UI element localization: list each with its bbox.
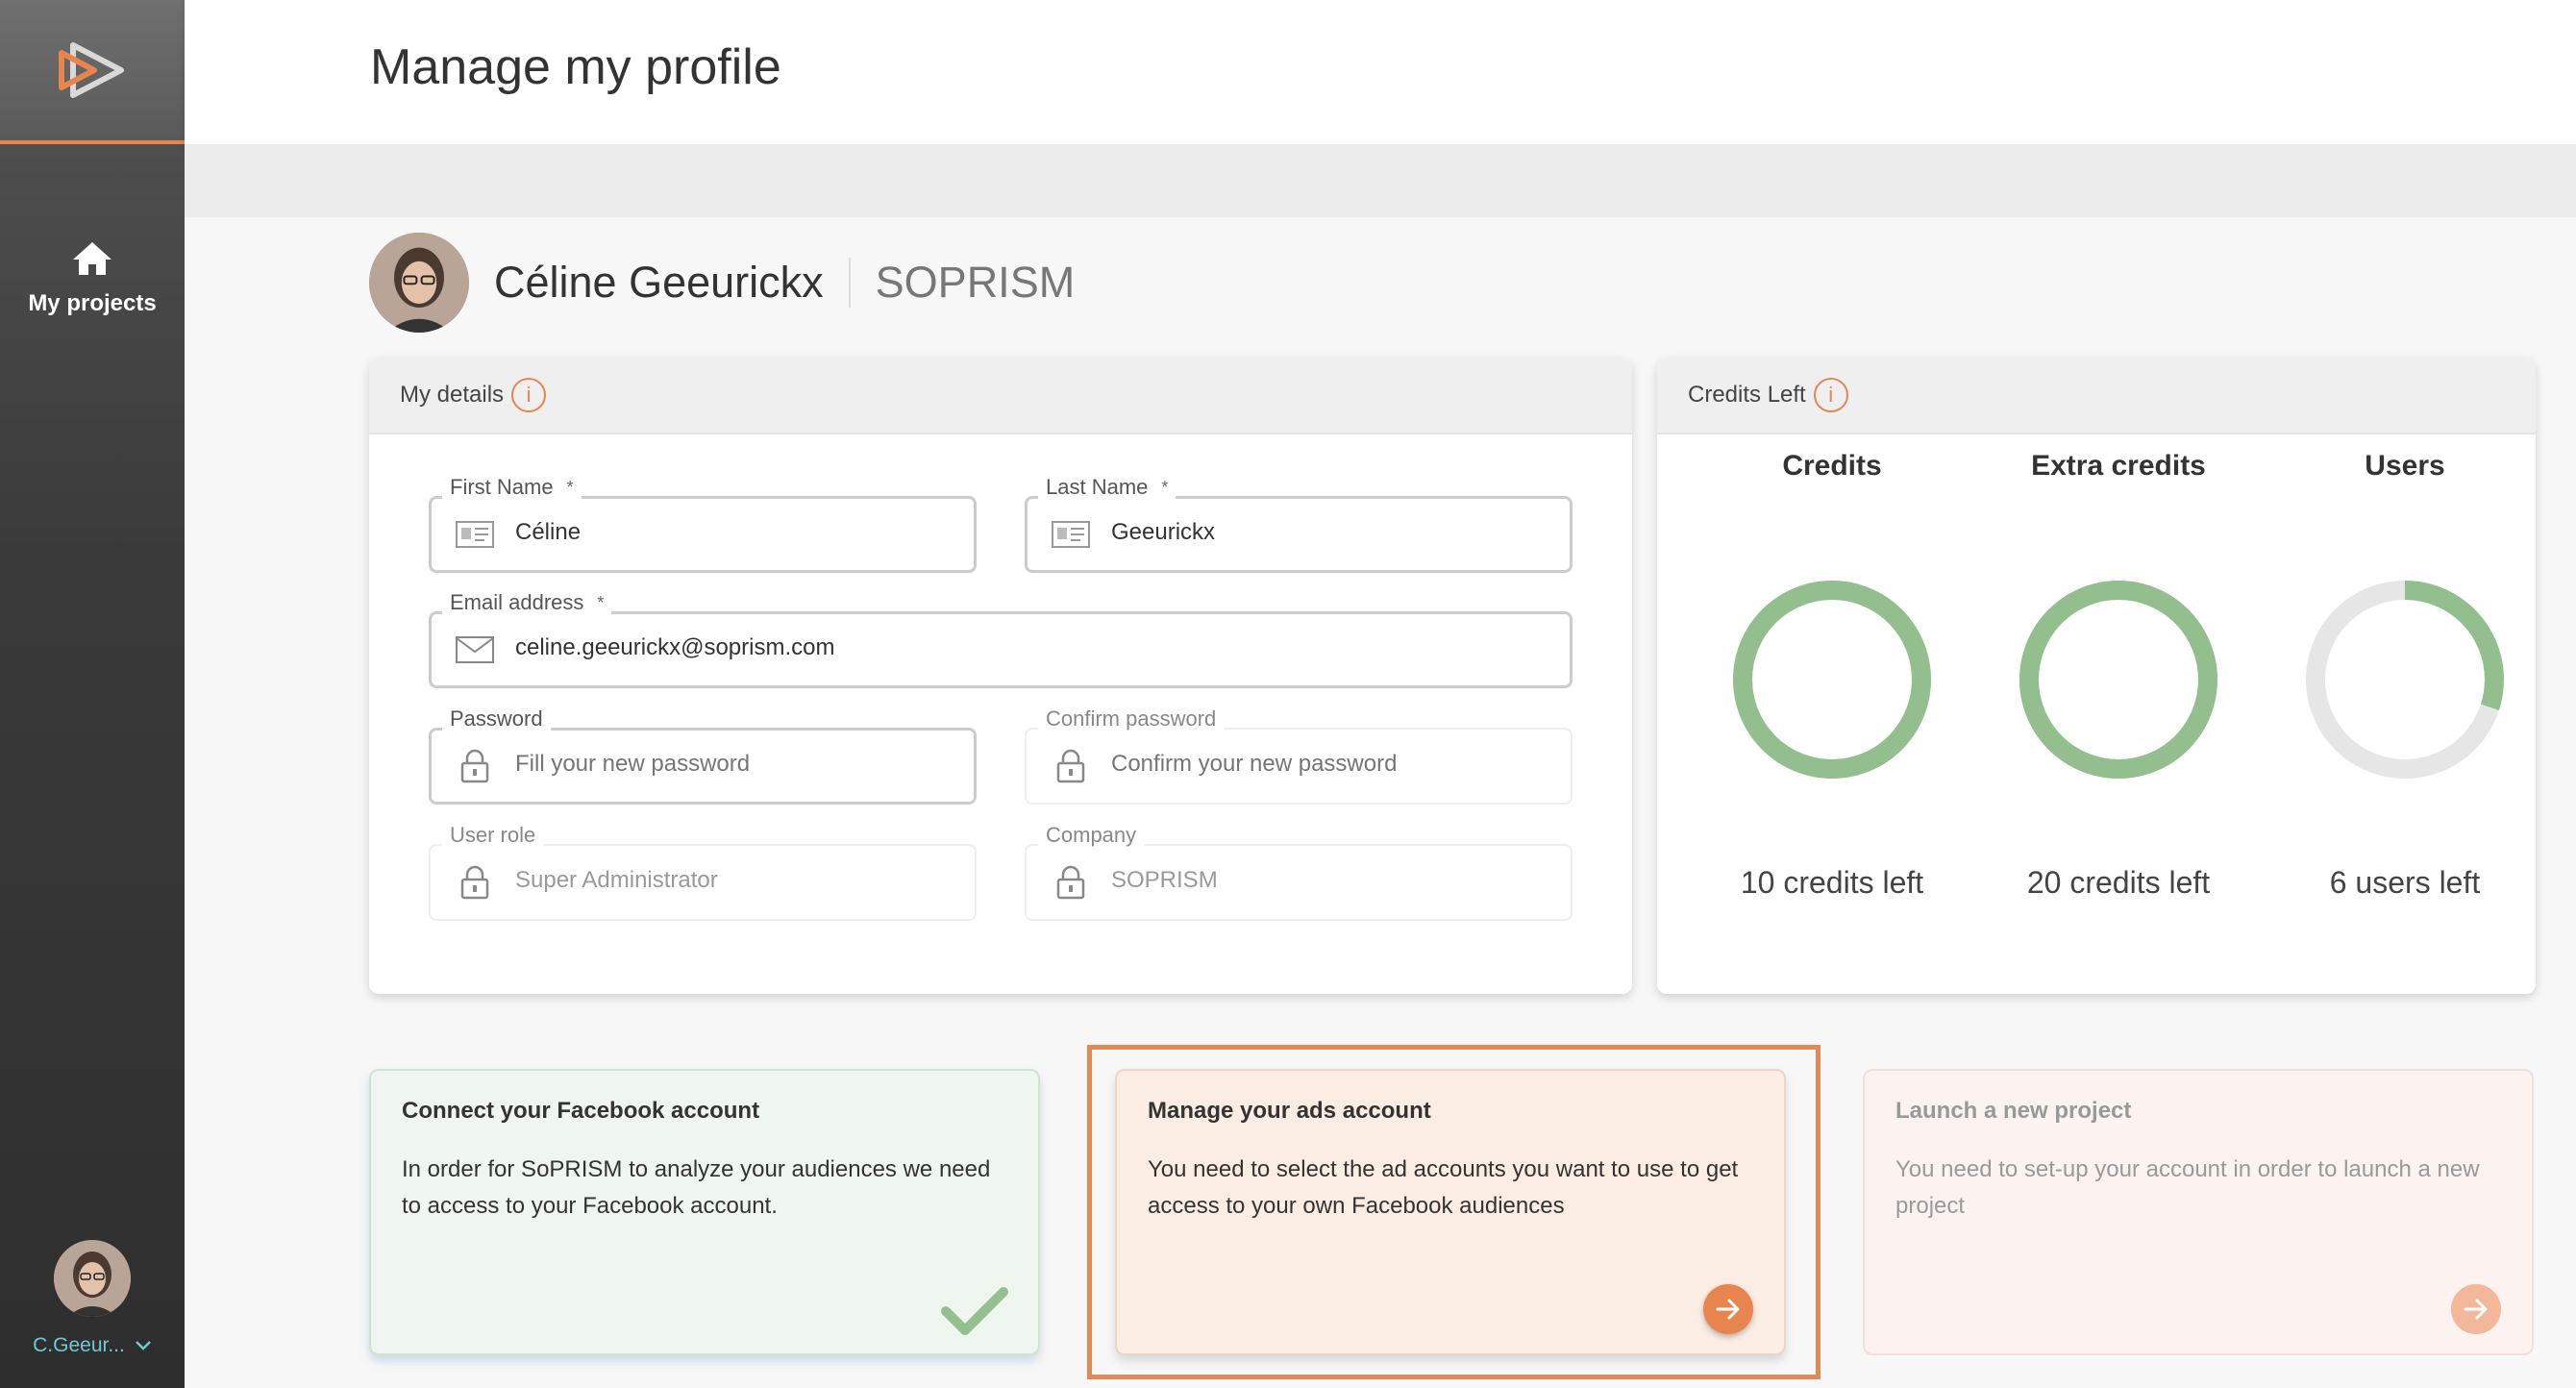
required-marker: * (1161, 477, 1169, 497)
extra-credits-donut-arc (2019, 581, 2217, 779)
credits-donut (1733, 581, 1931, 779)
required-marker: * (597, 592, 605, 612)
gauge-left-text: 20 credits left (2026, 865, 2211, 900)
id-card-icon (456, 517, 494, 552)
envelope-icon (456, 632, 494, 667)
credits-gauge: Credits 10 credits left (1688, 450, 1976, 901)
avatar (54, 1240, 131, 1317)
user-menu[interactable]: C.Geeur... (0, 1240, 185, 1357)
user-role-value: Super Administrator (515, 867, 718, 893)
field-label: Company (1038, 823, 1145, 848)
page-title: Manage my profile (370, 39, 781, 95)
gauge-title: Extra credits (2031, 450, 2206, 482)
company-value: SOPRISM (1111, 867, 1218, 893)
users-donut (2306, 581, 2504, 779)
credits-donut-arc (1733, 581, 1931, 779)
launch-project-arrow-button[interactable] (2451, 1284, 2501, 1334)
user-role-label: User role (450, 823, 536, 847)
manage-ads-arrow-button[interactable] (1703, 1284, 1753, 1334)
field-label: Password (442, 706, 551, 731)
top-header: Manage my profile (185, 0, 2576, 144)
avatar (369, 233, 469, 333)
app-logo[interactable] (0, 0, 185, 144)
password-input[interactable] (515, 751, 938, 778)
user-name: C.Geeur... (0, 1334, 185, 1357)
last-name-value: Geeurickx (1111, 519, 1216, 545)
info-icon[interactable]: i (511, 378, 547, 412)
field-label: Email address * (442, 590, 612, 615)
launch-project-card[interactable]: Launch a new project You need to set-up … (1863, 1069, 2534, 1355)
card-title: My details (400, 382, 505, 408)
home-icon (73, 242, 111, 275)
profile-name: Céline Geeurickx (494, 258, 824, 307)
profile-summary: Céline Geeurickx SOPRISM (369, 233, 1075, 333)
chevron-down-icon (135, 1341, 151, 1351)
field-label: User role (442, 823, 544, 848)
sidebar-item-my-projects[interactable]: My projects (0, 240, 185, 317)
checkmark-icon (941, 1287, 1008, 1335)
field-label: First Name * (442, 475, 582, 500)
header-band (185, 144, 2576, 217)
last-name-input[interactable] (1025, 496, 1573, 573)
confirm-password-label: Confirm password (1046, 706, 1217, 731)
sidebar-item-label: My projects (28, 290, 157, 316)
arrow-right-icon (1716, 1299, 1740, 1320)
logo-icon (59, 42, 124, 98)
first-name-value: Céline (515, 519, 582, 545)
password-label: Password (450, 706, 543, 731)
lock-icon (456, 865, 494, 900)
gauge-title: Credits (1782, 450, 1882, 482)
my-details-header: My details i (369, 358, 1632, 434)
lock-icon (456, 749, 494, 783)
step-title: Launch a new project (1895, 1098, 2132, 1124)
my-details-card: My details i First Name * Céline Last Na… (369, 358, 1632, 994)
user-name-label: C.Geeur... (33, 1334, 125, 1356)
gauge-left-text: 10 credits left (1740, 865, 1924, 900)
credits-left-header: Credits Left i (1657, 358, 2536, 434)
step-text: You need to select the ad accounts you w… (1148, 1156, 1739, 1219)
extra-credits-donut (2019, 581, 2217, 779)
company-box (1025, 844, 1573, 921)
confirm-password-input[interactable] (1111, 751, 1534, 778)
company-label: Company (1046, 823, 1137, 847)
step-title: Connect your Facebook account (402, 1098, 760, 1124)
gauge-left-text: 6 users left (2329, 865, 2481, 900)
last-name-label: Last Name (1046, 475, 1149, 499)
lock-icon (1052, 749, 1090, 783)
step-text: In order for SoPRISM to analyze your aud… (402, 1156, 991, 1219)
first-name-input[interactable] (429, 496, 977, 573)
profile-company: SOPRISM (875, 258, 1076, 307)
divider (848, 258, 851, 308)
required-marker: * (566, 477, 574, 497)
field-label: Last Name * (1038, 475, 1177, 500)
users-gauge: Users 6 users left (2261, 450, 2536, 901)
credits-left-card: Credits Left i Credits 10 credits left E… (1657, 358, 2536, 994)
first-name-label: First Name (450, 475, 554, 499)
id-card-icon (1052, 517, 1090, 552)
extra-credits-gauge: Extra credits 20 credits left (1974, 450, 2263, 901)
email-value: celine.geeurickx@soprism.com (515, 634, 835, 660)
step-text: You need to set-up your account in order… (1895, 1156, 2480, 1219)
info-icon[interactable]: i (1813, 378, 1848, 412)
card-title: Credits Left (1688, 382, 1806, 408)
gauge-title: Users (2365, 450, 2445, 482)
step-title: Manage your ads account (1148, 1098, 1431, 1124)
lock-icon (1052, 865, 1090, 900)
field-label: Confirm password (1038, 706, 1225, 731)
sidebar: My projects C.Geeur... (0, 0, 185, 1388)
arrow-right-icon (2464, 1299, 2488, 1320)
email-label: Email address (450, 590, 584, 614)
manage-ads-account-card[interactable]: Manage your ads account You need to sele… (1115, 1069, 1786, 1355)
connect-facebook-card[interactable]: Connect your Facebook account In order f… (369, 1069, 1040, 1355)
